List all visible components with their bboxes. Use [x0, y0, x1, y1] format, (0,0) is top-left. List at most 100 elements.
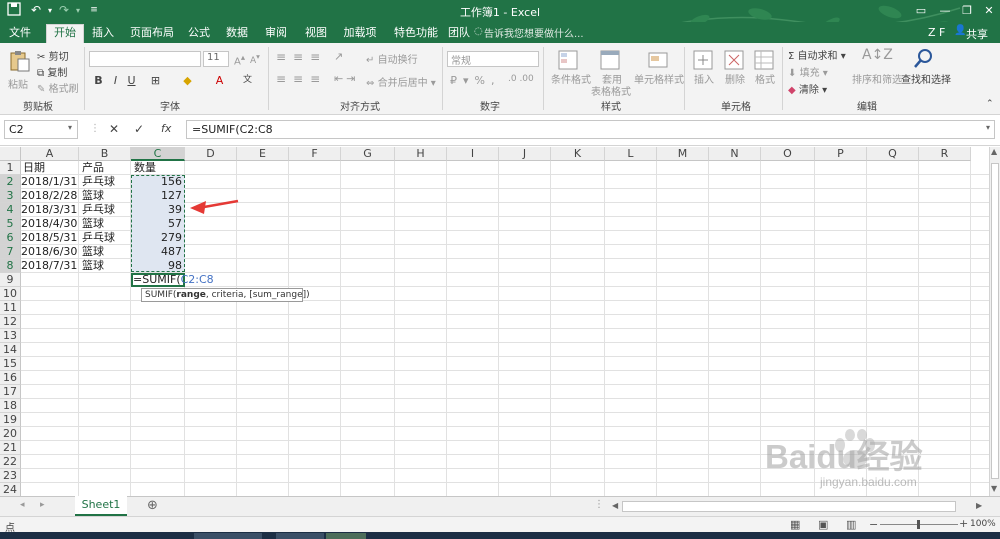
minimize-icon[interactable]: —	[934, 0, 956, 22]
row-header[interactable]: 24	[0, 483, 21, 496]
zoom-level[interactable]: 100%	[970, 519, 996, 529]
column-header[interactable]: F	[289, 147, 341, 161]
page-layout-view-icon[interactable]: ▣	[818, 518, 828, 531]
tab-data[interactable]: 数据	[222, 25, 252, 43]
column-header[interactable]: J	[499, 147, 551, 161]
indent-icons[interactable]: ⇤⇥	[334, 72, 358, 85]
vertical-scroll-thumb[interactable]	[991, 163, 999, 479]
cell-qty[interactable]: 156	[131, 175, 185, 189]
cell-qty[interactable]: 487	[131, 245, 185, 259]
worksheet-grid[interactable]: ABCDEFGHIJKLMNOPQR 1 2 3 4 5 6 7 8 9 10 11 12 13 14 15…	[0, 147, 989, 496]
column-header[interactable]: C	[131, 147, 185, 161]
merge-center-button[interactable]: ⇔ 合并后居中 ▾	[366, 74, 436, 89]
clear-button[interactable]: ◆ 清除 ▾	[788, 81, 827, 96]
row-header[interactable]: 8	[0, 259, 21, 273]
italic-icon[interactable]: I	[108, 73, 123, 88]
scroll-down-icon[interactable]: ▼	[991, 484, 997, 493]
tab-addins[interactable]: 加载项	[340, 25, 380, 43]
decimal-icons[interactable]: .0 .00	[508, 74, 534, 84]
editing-cell-text[interactable]: =SUMIF(C2:C8	[133, 273, 214, 287]
cell-product[interactable]: 篮球	[82, 245, 104, 259]
number-format-icons[interactable]: ₽▾%,	[450, 74, 500, 87]
page-break-view-icon[interactable]: ▥	[846, 518, 856, 531]
add-sheet-icon[interactable]: ⊕	[147, 498, 158, 513]
row-header[interactable]: 20	[0, 427, 21, 441]
name-box[interactable]: C2	[4, 120, 78, 139]
tab-formulas[interactable]: 公式	[184, 25, 214, 43]
tab-home[interactable]: 开始	[46, 24, 84, 43]
column-header[interactable]: Q	[867, 147, 919, 161]
cell-b1[interactable]: 产品	[82, 161, 104, 175]
cell-date[interactable]: 2018/7/31	[21, 259, 79, 273]
prev-sheet-icon[interactable]: ◂	[20, 500, 25, 510]
user-name[interactable]: Z F	[928, 26, 945, 39]
ribbon-options-icon[interactable]: ▭	[910, 0, 932, 22]
row-header[interactable]: 10	[0, 287, 21, 301]
cell-qty[interactable]: 57	[131, 217, 185, 231]
bold-icon[interactable]: B	[91, 73, 106, 88]
row-header[interactable]: 22	[0, 455, 21, 469]
font-color-icon[interactable]: A	[212, 73, 227, 88]
conditional-format-icon[interactable]	[556, 48, 580, 72]
cell-date[interactable]: 2018/6/30	[21, 245, 79, 259]
next-sheet-icon[interactable]: ▸	[40, 500, 45, 510]
format-as-table-line2[interactable]: 表格格式	[591, 83, 631, 98]
number-format-combo[interactable]: 常规	[447, 51, 539, 67]
row-header[interactable]: 7	[0, 245, 21, 259]
cut-button[interactable]: ✂ 剪切	[37, 48, 69, 63]
tab-view[interactable]: 视图	[301, 25, 331, 43]
cancel-formula-icon[interactable]: ✕	[109, 122, 119, 136]
column-header[interactable]: M	[657, 147, 709, 161]
close-icon[interactable]: ✕	[978, 0, 1000, 22]
insert-cells-button[interactable]: 插入	[694, 71, 714, 86]
select-all-corner[interactable]	[0, 147, 21, 161]
cell-qty[interactable]: 39	[131, 203, 185, 217]
conditional-format-button[interactable]: 条件格式	[551, 71, 591, 86]
expand-formula-icon[interactable]: ▾	[986, 123, 990, 132]
tab-special[interactable]: 特色功能	[388, 25, 444, 43]
row-header[interactable]: 5	[0, 217, 21, 231]
cell-a1[interactable]: 日期	[23, 161, 45, 175]
copy-button[interactable]: ⧉ 复制	[37, 64, 67, 79]
cell-qty[interactable]: 98	[131, 259, 185, 273]
find-select-button[interactable]: 查找和选择	[901, 71, 951, 86]
cell-styles-icon[interactable]	[646, 48, 670, 72]
row-header[interactable]: 6	[0, 231, 21, 245]
sort-filter-icon[interactable]: A↕Z	[862, 47, 893, 63]
cell-styles-button[interactable]: 单元格样式	[634, 71, 684, 86]
insert-function-icon[interactable]: fx	[161, 122, 171, 135]
column-header[interactable]: R	[919, 147, 971, 161]
normal-view-icon[interactable]: ▦	[790, 518, 800, 531]
horizontal-scroll-thumb[interactable]	[622, 501, 956, 512]
cell-qty[interactable]: 279	[131, 231, 185, 245]
name-box-dropdown-icon[interactable]: ▾	[68, 123, 72, 132]
row-header[interactable]: 3	[0, 189, 21, 203]
tab-insert[interactable]: 插入	[88, 25, 118, 43]
halign-icons[interactable]: ≡≡≡	[276, 72, 327, 86]
zoom-in-icon[interactable]: +	[959, 517, 968, 530]
row-header[interactable]: 15	[0, 357, 21, 371]
cell-c1[interactable]: 数量	[134, 161, 156, 175]
tab-team[interactable]: 团队	[444, 25, 474, 43]
row-header[interactable]: 17	[0, 385, 21, 399]
fill-color-icon[interactable]: ◆	[180, 73, 195, 88]
row-header[interactable]: 18	[0, 399, 21, 413]
row-header[interactable]: 19	[0, 413, 21, 427]
column-header[interactable]: E	[237, 147, 289, 161]
formula-input[interactable]: =SUMIF(C2:C8	[186, 120, 995, 139]
cell-product[interactable]: 篮球	[82, 259, 104, 273]
column-header[interactable]: D	[185, 147, 237, 161]
cell-product[interactable]: 乒乓球	[82, 231, 115, 245]
cell-product[interactable]: 篮球	[82, 189, 104, 203]
font-name-combo[interactable]	[89, 51, 201, 67]
delete-cells-button[interactable]: 删除	[725, 71, 745, 86]
valign-icons[interactable]: ≡≡≡	[276, 50, 327, 64]
autosum-button[interactable]: Σ 自动求和 ▾	[788, 47, 846, 62]
taskbar-app-button[interactable]	[276, 533, 324, 539]
cell-date[interactable]: 2018/4/30	[21, 217, 79, 231]
column-header[interactable]: I	[447, 147, 499, 161]
scroll-right-icon[interactable]: ▶	[976, 501, 982, 510]
row-header[interactable]: 9	[0, 273, 21, 287]
tab-review[interactable]: 审阅	[261, 25, 291, 43]
column-header[interactable]: O	[761, 147, 815, 161]
